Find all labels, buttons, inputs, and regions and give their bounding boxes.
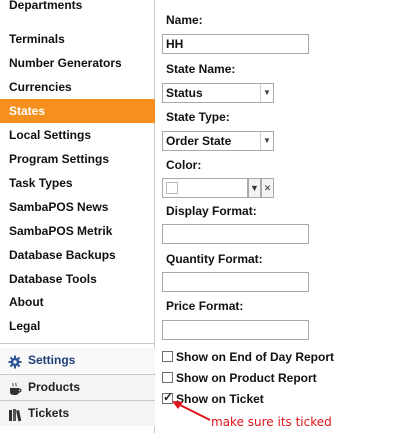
sidebar-item-states[interactable]: States (0, 99, 155, 123)
price-format-label: Price Format: (166, 299, 244, 313)
sidebar-item-about[interactable]: About (0, 290, 155, 314)
annotation-text: make sure its ticked (211, 415, 332, 429)
checkbox-box[interactable] (162, 351, 173, 362)
sidebar-item-local-settings[interactable]: Local Settings (0, 123, 155, 147)
sidebar-item-database-backups[interactable]: Database Backups (0, 243, 155, 267)
state-name-label: State Name: (166, 62, 236, 76)
color-picker[interactable]: ▼ ✕ (162, 178, 274, 198)
quantity-format-input[interactable] (162, 272, 309, 292)
sidebar-item-currencies[interactable]: Currencies (0, 75, 155, 99)
quantity-format-label: Quantity Format: (166, 252, 263, 266)
color-swatch (166, 182, 178, 194)
section-settings-label: Settings (28, 353, 76, 367)
state-edit-form: Name: HH State Name: Status ▼ State Type… (157, 0, 413, 433)
section-divider (0, 343, 155, 344)
section-settings[interactable]: Settings (0, 348, 155, 373)
sidebar-item-sambapos-metrik[interactable]: SambaPOS Metrik (0, 219, 155, 243)
name-input[interactable]: HH (162, 34, 309, 54)
state-name-value: Status (166, 86, 203, 100)
sidebar-item-program-settings[interactable]: Program Settings (0, 147, 155, 171)
display-format-label: Display Format: (166, 204, 257, 218)
sidebar: Departments Terminals Number Generators … (0, 0, 155, 433)
sidebar-item-database-tools[interactable]: Database Tools (0, 267, 155, 291)
section-tickets-label: Tickets (28, 406, 70, 420)
checkbox-label: Show on End of Day Report (176, 350, 334, 364)
section-products[interactable]: Products (0, 375, 155, 400)
chevron-down-icon[interactable]: ▼ (260, 132, 273, 150)
gear-icon (8, 353, 24, 369)
chevron-down-icon[interactable]: ▼ (260, 84, 273, 102)
price-format-input[interactable] (162, 320, 309, 340)
close-icon[interactable]: ✕ (261, 178, 274, 198)
sidebar-item-departments[interactable]: Departments (0, 0, 155, 17)
state-type-value: Order State (166, 134, 232, 148)
section-products-label: Products (28, 380, 81, 394)
sidebar-item-legal[interactable]: Legal (0, 314, 155, 338)
sidebar-item-number-generators[interactable]: Number Generators (0, 51, 155, 75)
state-name-select[interactable]: Status ▼ (162, 83, 274, 103)
display-format-input[interactable] (162, 224, 309, 244)
color-label: Color: (166, 158, 202, 172)
checkbox-label: Show on Product Report (176, 371, 317, 385)
state-type-label: State Type: (166, 110, 230, 124)
color-picker-field[interactable] (162, 178, 248, 198)
name-label: Name: (166, 13, 203, 27)
checkbox-box[interactable] (162, 372, 173, 383)
books-icon (8, 406, 24, 422)
coffee-cup-icon (8, 380, 24, 395)
sidebar-item-task-types[interactable]: Task Types (0, 171, 155, 195)
sidebar-item-sambapos-news[interactable]: SambaPOS News (0, 195, 155, 219)
section-tickets[interactable]: Tickets (0, 401, 155, 426)
state-type-select[interactable]: Order State ▼ (162, 131, 274, 151)
chevron-down-icon[interactable]: ▼ (248, 178, 261, 198)
sidebar-item-terminals[interactable]: Terminals (0, 27, 155, 51)
